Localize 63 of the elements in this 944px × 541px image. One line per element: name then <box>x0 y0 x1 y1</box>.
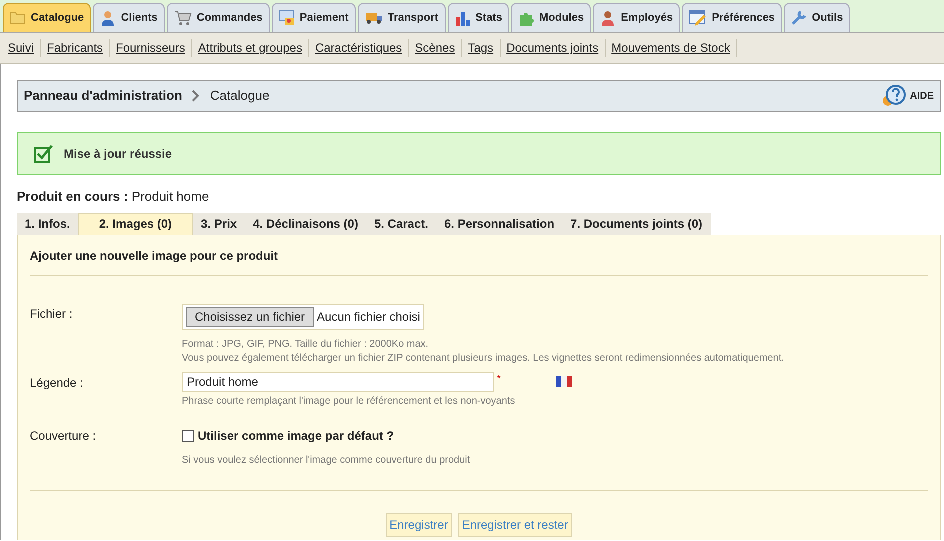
nav-tab[interactable]: Transport <box>358 3 446 32</box>
nav-tab[interactable]: Commandes <box>166 3 270 32</box>
product-tab[interactable]: 6. Personnalisation <box>436 212 563 234</box>
product-tab[interactable]: 5. Caract. <box>366 212 436 234</box>
submenu-link[interactable]: Mouvements de Stock <box>606 39 738 57</box>
submenu-link[interactable]: Attributs et groupes <box>192 39 310 57</box>
product-tab[interactable]: 1. Infos. <box>17 212 78 234</box>
nav-tab[interactable]: Paiement <box>272 3 356 32</box>
submenu-link[interactable]: Suivi <box>2 39 42 57</box>
submenu-link[interactable]: Fabricants <box>41 39 110 57</box>
nav-tab[interactable]: Stats <box>448 3 510 32</box>
pencil-window-icon <box>689 10 708 26</box>
flag-icon[interactable] <box>556 376 572 386</box>
breadcrumb-link[interactable]: Panneau d'administration <box>24 86 182 106</box>
product-tab[interactable]: 7. Documents joints (0) <box>562 212 711 234</box>
field-label: Couverture : <box>30 428 98 444</box>
form-title: Ajouter une nouvelle image pour ce produit <box>30 234 928 276</box>
nav-tab[interactable]: Modules <box>511 3 592 32</box>
person-icon <box>600 10 616 26</box>
product-tab[interactable]: 2. Images (0) <box>78 212 194 234</box>
submenu-link[interactable]: Scènes <box>409 39 462 57</box>
folder-icon <box>10 11 26 25</box>
card-icon <box>278 10 295 26</box>
file-field[interactable]: Choisissez un fichier Aucun fichier choisi <box>182 304 424 330</box>
help-link[interactable]: AIDE <box>910 88 934 104</box>
wrench-icon <box>791 10 808 26</box>
current-product-label: Produit en cours : <box>17 189 128 204</box>
current-product-name: Produit home <box>132 189 210 204</box>
checkbox-label[interactable]: Utiliser comme image par défaut ? <box>198 426 394 444</box>
checkbox[interactable] <box>182 430 194 442</box>
nav-tab[interactable]: Préférences <box>682 3 782 32</box>
submenu-link[interactable]: Tags <box>462 39 501 57</box>
truck-icon <box>364 11 383 25</box>
submenu-link[interactable]: Caractéristiques <box>309 39 410 57</box>
checkmark-icon <box>34 144 54 164</box>
submenu-link[interactable]: Fournisseurs <box>110 39 192 57</box>
nav-tab[interactable]: Catalogue <box>3 3 92 32</box>
bar-chart-icon <box>454 10 471 26</box>
chevron-icon <box>192 90 200 102</box>
field-hint: Si vous voulez sélectionner l'image comme couverture du produit <box>182 454 470 468</box>
field-label: Légende : <box>30 374 84 392</box>
choose-file-button[interactable]: Choisissez un fichier <box>186 306 314 326</box>
nav-tab[interactable]: Clients <box>93 3 165 32</box>
nav-tab[interactable]: Employés <box>593 3 680 32</box>
submenu-link[interactable]: Documents joints <box>500 39 606 57</box>
field-hint: Phrase courte remplaçant l'image pour le référencement et les non-voyants <box>182 394 516 408</box>
help-icon <box>881 84 908 108</box>
caption-input[interactable]: Produit home <box>182 372 494 392</box>
field-hint: Vous pouvez également télécharger un fichier ZIP contenant plusieurs images. Les vignettes seront redimensionnées automatiquement. <box>182 352 784 366</box>
person-icon <box>100 10 116 26</box>
field-hint: Format : JPG, GIF, PNG. Taille du fichier : 2000Ko max. <box>182 338 430 352</box>
field-label: Fichier : <box>30 306 74 322</box>
product-tab[interactable]: 3. Prix <box>193 212 246 234</box>
submit-button[interactable]: Enregistrer et rester <box>458 512 572 536</box>
alert-message: Mise à jour réussie <box>64 146 172 162</box>
required-mark: * <box>497 372 501 386</box>
product-tab[interactable]: 4. Déclinaisons (0) <box>245 212 366 234</box>
submit-button[interactable]: Enregistrer <box>386 512 452 536</box>
cart-icon <box>174 10 192 26</box>
puzzle-icon <box>518 10 534 26</box>
file-status: Aucun fichier choisi <box>317 308 420 326</box>
nav-tab[interactable]: Outils <box>784 3 850 32</box>
breadcrumb-current: Catalogue <box>210 87 270 106</box>
